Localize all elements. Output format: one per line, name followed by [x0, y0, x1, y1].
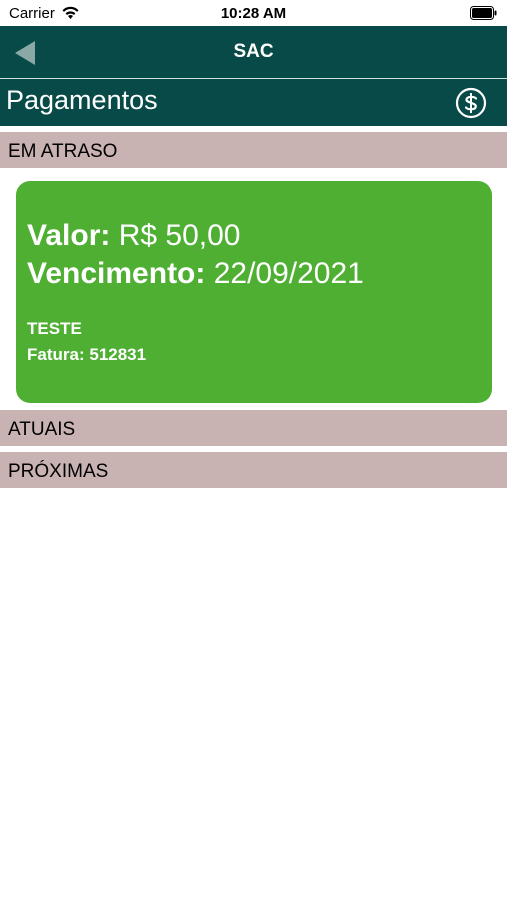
payment-value-line: Valor: R$ 50,00	[27, 219, 240, 253]
due-date-value: 22/09/2021	[213, 257, 364, 290]
due-date-line: Vencimento: 22/09/2021	[27, 257, 364, 291]
section-upcoming[interactable]: PRÓXIMAS	[0, 452, 507, 488]
dollar-circle-icon[interactable]	[455, 87, 487, 119]
section-upcoming-label: PRÓXIMAS	[8, 461, 109, 482]
status-bar: Carrier 10:28 AM	[0, 0, 507, 26]
page-header: Pagamentos	[0, 79, 507, 126]
payment-value: R$ 50,00	[118, 219, 241, 252]
invoice-line: Fatura: 512831	[27, 345, 146, 365]
value-label: Valor:	[27, 219, 111, 252]
payment-description: TESTE	[27, 319, 82, 338]
section-overdue[interactable]: EM ATRASO	[0, 132, 507, 168]
section-overdue-label: EM ATRASO	[8, 141, 118, 162]
invoice-number: 512831	[89, 345, 147, 364]
invoice-label: Fatura:	[27, 345, 85, 364]
section-current[interactable]: ATUAIS	[0, 410, 507, 446]
status-time: 10:28 AM	[220, 5, 287, 22]
section-current-label: ATUAIS	[8, 419, 76, 440]
navigation-bar: SAC	[0, 26, 507, 79]
page-title: Pagamentos	[6, 85, 158, 115]
nav-title: SAC	[233, 41, 274, 62]
payment-card[interactable]: Valor: R$ 50,00 Vencimento: 22/09/2021 T…	[16, 181, 492, 403]
battery-icon	[470, 6, 497, 20]
due-date-label: Vencimento:	[27, 257, 206, 290]
